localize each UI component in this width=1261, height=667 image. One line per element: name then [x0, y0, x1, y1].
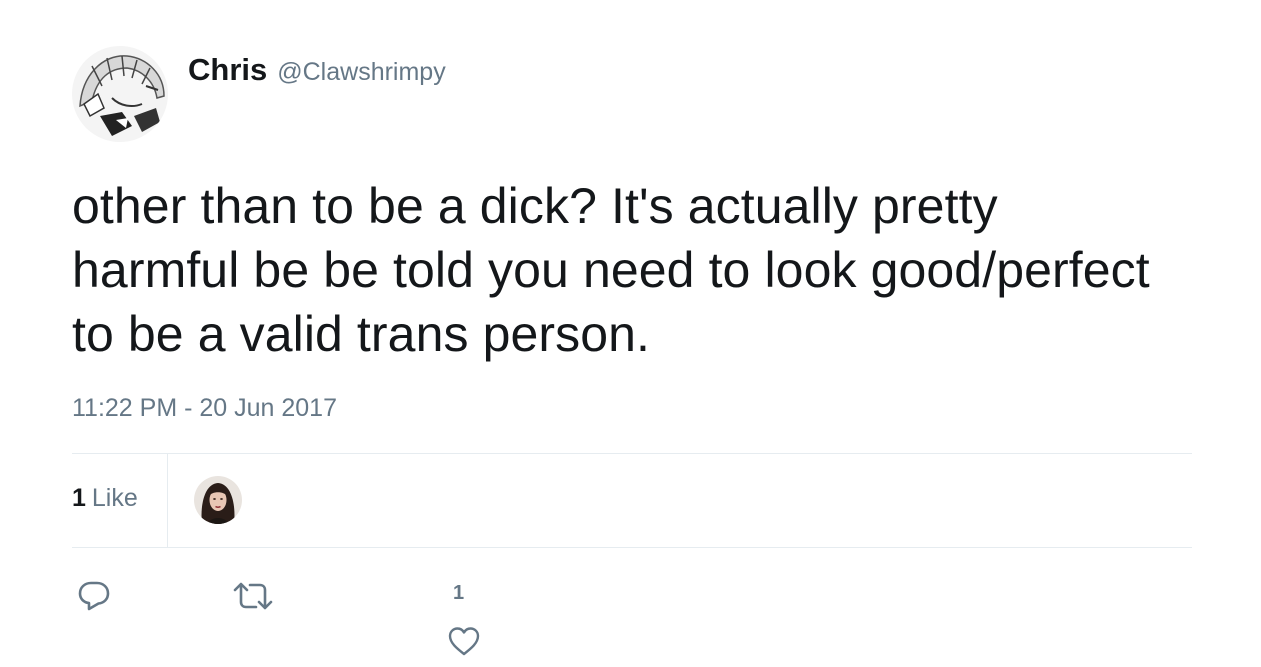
tweet-text: other than to be a dick? It's actually p… [72, 178, 1150, 362]
retweet-button[interactable] [232, 580, 274, 612]
author-handle[interactable]: @Clawshrimpy [277, 58, 445, 87]
author-name[interactable]: Chris [188, 52, 267, 88]
author-info: Chris @Clawshrimpy [188, 52, 446, 92]
liker-avatar[interactable] [194, 476, 242, 524]
retweet-icon [233, 582, 273, 610]
user-photo-avatar-icon [194, 476, 242, 524]
likes-stat[interactable]: 1 Like [72, 484, 138, 513]
stats-separator [167, 454, 168, 547]
reply-button[interactable] [77, 578, 111, 612]
tweet-stats: 1 Like [72, 454, 1192, 547]
likes-stat-count: 1 [72, 484, 86, 512]
likes-stat-label: Like [91, 484, 138, 512]
reply-icon [78, 581, 110, 611]
anime-character-avatar-icon [72, 46, 168, 142]
heart-icon [448, 627, 480, 656]
like-action-count[interactable]: 1 [453, 582, 464, 605]
author-avatar[interactable] [72, 46, 168, 142]
stats-divider-bottom [72, 547, 1192, 548]
like-button[interactable] [447, 625, 481, 657]
tweet-card: Chris @Clawshrimpy other than to be a di… [72, 0, 1192, 667]
tweet-timestamp[interactable]: 11:22 PM - 20 Jun 2017 [72, 394, 337, 423]
